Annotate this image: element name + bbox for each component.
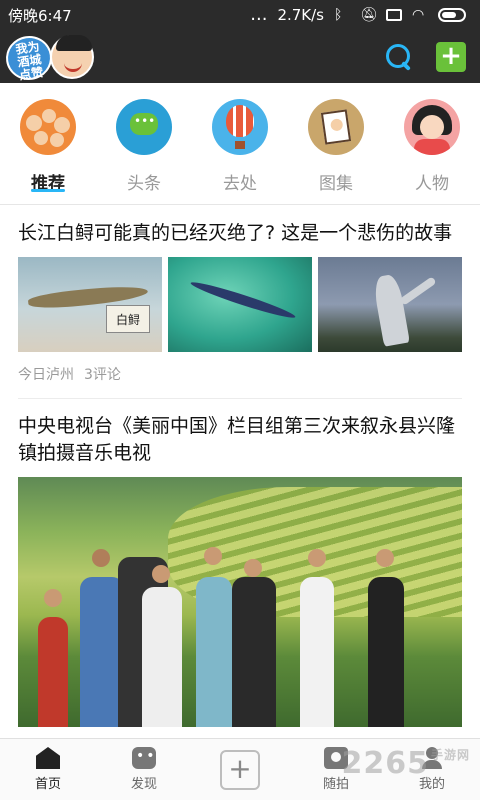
tab-people[interactable]: 人物 [394,83,470,204]
status-icons: ... 2.7K/s ᛒ 🔕︎ ◠ [250,6,466,24]
article-title: 长江白鲟可能真的已经灭绝了? 这是一个悲伤的故事 [18,222,453,244]
article-source: 今日泸州 [18,367,74,383]
nav-label: 发现 [130,777,157,792]
nav-home[interactable]: 首页 [8,747,88,792]
status-dots: ... [250,4,268,25]
status-bar: 傍晚6:47 ... 2.7K/s ᛒ 🔕︎ ◠ [0,0,480,30]
tab-label: 去处 [223,174,257,194]
nav-discover[interactable]: 发现 [104,747,184,792]
logo-badge: 我为 酒城 点赞 [3,32,55,83]
active-tab-indicator [31,189,65,192]
article-card[interactable]: 长江白鲟可能真的已经灭绝了? 这是一个悲伤的故事 白鲟 今日泸州 3评论 [0,206,480,384]
add-post-button[interactable]: + [436,41,466,72]
comment-count: 3评论 [84,367,121,383]
people-group-icon [20,99,76,155]
header-actions: + [384,41,466,72]
discover-icon [132,747,157,769]
tab-label: 头条 [127,174,161,194]
bluetooth-icon: ᛒ [334,7,343,23]
watermark-logo: 2265 手游网 [341,746,470,781]
person-icon [404,99,460,155]
status-time: 傍晚6:47 [8,6,72,25]
mute-icon: 🔕︎ [360,7,378,23]
article-image [168,257,312,352]
category-tabs: 推荐 头条 去处 图集 人物 [0,83,480,205]
article-meta: 今日泸州 3评论 [18,364,462,384]
article-image[interactable] [18,477,462,727]
wifi-icon: ◠ [412,7,425,23]
watermark-suffix: 手游网 [430,748,470,762]
chat-bubble-icon [116,99,172,155]
article-image: 白鲟 [18,257,162,352]
logo-mascot-icon [50,34,94,79]
tab-gallery[interactable]: 图集 [298,83,374,204]
article-title: 中央电视台《美丽中国》栏目组第三次来叙永县兴隆镇拍摄音乐电视 [18,415,456,464]
article-image [318,257,462,352]
nav-publish[interactable]: + [200,749,280,790]
tab-headlines[interactable]: 头条 [106,83,182,204]
network-speed: 2.7K/s [277,6,324,24]
hot-air-balloon-icon [212,99,268,155]
app-logo: 我为 酒城 点赞 [3,32,98,83]
plus-icon: + [220,749,260,790]
tab-label: 人物 [415,174,449,194]
home-icon [36,747,60,769]
photo-icon [308,99,364,155]
article-thumbnails: 白鲟 [18,257,462,352]
tab-label: 图集 [319,174,353,194]
tab-places[interactable]: 去处 [202,83,278,204]
nav-label: 首页 [34,777,61,792]
tab-recommend[interactable]: 推荐 [10,83,86,204]
image-caption: 白鲟 [106,305,150,333]
search-icon[interactable] [384,42,414,72]
app-header: 我为 酒城 点赞 + [0,30,480,83]
sim-icon [386,9,402,21]
article-card[interactable]: 中央电视台《美丽中国》栏目组第三次来叙永县兴隆镇拍摄音乐电视 [0,399,480,467]
battery-icon [438,8,466,22]
watermark-text: 2265 [341,746,429,781]
news-feed: 长江白鲟可能真的已经灭绝了? 这是一个悲伤的故事 白鲟 今日泸州 3评论 中央电… [0,206,480,738]
